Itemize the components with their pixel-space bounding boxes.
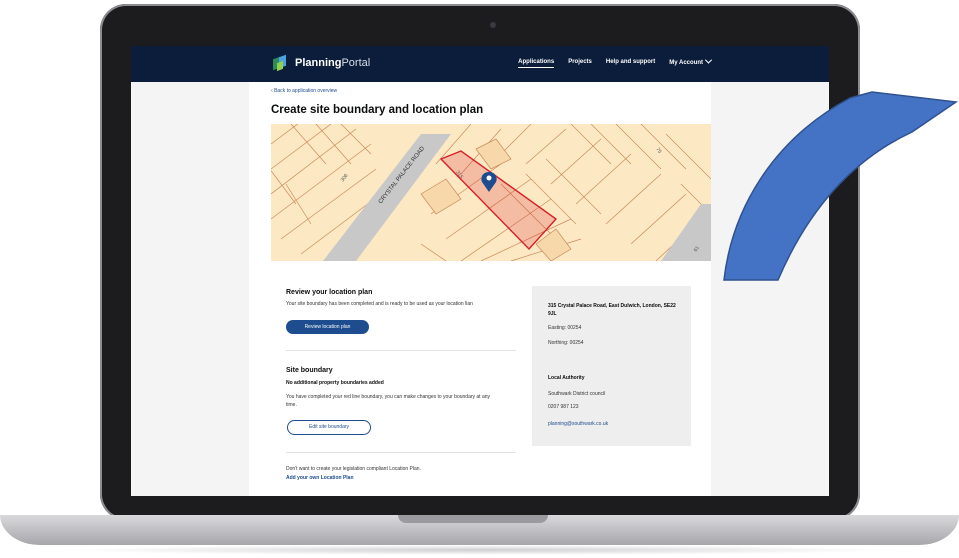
site-boundary-subtitle: No additional property boundaries added	[286, 380, 384, 386]
brand-logo[interactable]: PlanningPortal	[273, 54, 371, 72]
laptop-notch	[398, 515, 548, 523]
my-account-label: My Account	[669, 60, 703, 66]
laptop-shadow	[60, 545, 900, 555]
easting-value: Easting: 00254	[548, 325, 582, 331]
edit-site-boundary-button[interactable]: Edit site boundary	[287, 420, 371, 435]
local-authority-name: Southwark District council	[548, 391, 606, 397]
nav-applications[interactable]: Applications	[518, 59, 555, 68]
brand-name: PlanningPortal	[295, 57, 371, 69]
nav-links: Applications Projects Help and support M…	[518, 56, 713, 68]
back-link[interactable]: ‹ Back to application overview	[271, 88, 337, 94]
local-authority-label: Local Authority	[548, 375, 585, 381]
nav-help-and-support[interactable]: Help and support	[606, 59, 655, 68]
page-title: Create site boundary and location plan	[271, 104, 484, 116]
nav-my-account[interactable]: My Account	[669, 56, 713, 68]
divider	[286, 350, 516, 351]
northing-value: Northing: 00254	[548, 340, 584, 346]
review-description: Your site boundary has been completed an…	[286, 301, 473, 307]
planning-portal-logo-icon	[273, 54, 289, 72]
site-map[interactable]: CRYSTAL PALACE ROAD 306 315 75 61	[271, 124, 711, 261]
divider	[286, 452, 516, 453]
chevron-down-icon	[704, 56, 713, 64]
review-location-plan-button[interactable]: Review location plan	[286, 320, 369, 334]
site-details-panel: 315 Crystal Palace Road, East Dulwich, L…	[532, 286, 691, 446]
webcam	[490, 22, 496, 28]
review-section-title: Review your location plan	[286, 289, 373, 296]
site-address: 315 Crystal Palace Road, East Dulwich, L…	[548, 303, 676, 317]
nav-projects[interactable]: Projects	[568, 59, 592, 68]
back-link-label: Back to application overview	[274, 88, 338, 94]
authority-email-link[interactable]: planning@southwark.co.uk	[548, 421, 608, 427]
add-own-location-plan-link[interactable]: Add your own Location Plan	[286, 475, 354, 481]
site-boundary-description: You have completed your red line boundar…	[286, 394, 491, 408]
own-plan-text: Don't want to create your legislation co…	[286, 466, 421, 472]
site-boundary-title: Site boundary	[286, 367, 333, 374]
main-content: ‹ Back to application overview Create si…	[249, 82, 711, 496]
curved-arrow-decoration	[723, 91, 959, 281]
authority-phone: 0207 987 123	[548, 404, 579, 410]
top-navigation: PlanningPortal Applications Projects Hel…	[131, 46, 829, 82]
